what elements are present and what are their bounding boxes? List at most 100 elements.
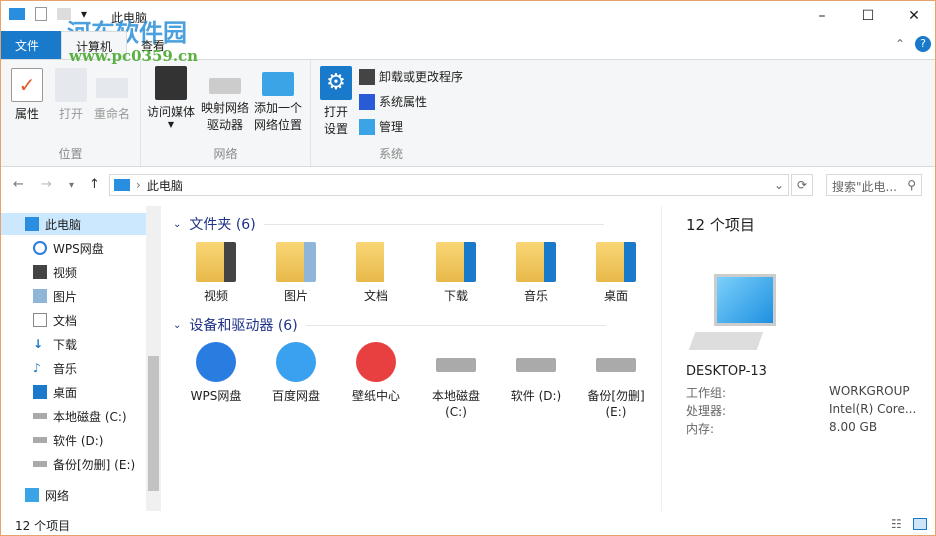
nav-item-pictures[interactable]: 图片 xyxy=(1,285,146,307)
group-location: ✓ 属性 打开 重命名 位置 xyxy=(1,60,141,166)
document-icon xyxy=(33,313,47,327)
folder-item[interactable]: 图片 xyxy=(256,242,336,304)
refresh-button[interactable]: ⟳ xyxy=(791,174,813,196)
properties-button[interactable]: ✓ 属性 xyxy=(9,68,45,123)
ribbon: ✓ 属性 打开 重命名 位置 访问媒体 ▼ 映射网络 驱动器 添加一个 网络位置 网… xyxy=(1,59,935,167)
collapse-icon[interactable]: ⌄ xyxy=(173,320,181,331)
recent-locations-icon[interactable]: ▾ xyxy=(69,180,74,191)
title-bar: ▾ 此电脑 河东软件园 www.pc0359.cn – ☐ ✕ xyxy=(1,1,936,65)
access-media-button[interactable]: 访问媒体 ▼ xyxy=(145,66,197,129)
device-item[interactable]: 本地磁盘 (C:) xyxy=(416,342,496,420)
keyboard-icon xyxy=(688,332,764,350)
folder-icon xyxy=(596,242,636,282)
properties-icon: ✓ xyxy=(11,68,43,102)
drive-icon xyxy=(596,358,636,372)
collapse-ribbon-icon[interactable]: ⌃ xyxy=(895,37,905,51)
folder-item[interactable]: 音乐 xyxy=(496,242,576,304)
nav-item-videos[interactable]: 视频 xyxy=(1,261,146,283)
media-server-icon xyxy=(155,66,187,100)
device-item[interactable]: WPS网盘 xyxy=(176,342,256,404)
add-network-location-button[interactable]: 添加一个 网络位置 xyxy=(251,68,305,134)
download-icon: ↓ xyxy=(33,337,44,351)
uninstall-programs-button[interactable]: 卸载或更改程序 xyxy=(359,68,463,85)
nav-item-drive-c[interactable]: 本地磁盘 (C:) xyxy=(1,405,146,427)
breadcrumb-this-pc[interactable]: 此电脑 xyxy=(147,177,183,194)
address-input[interactable]: › 此电脑 ⌄ xyxy=(109,174,789,196)
properties-icon[interactable] xyxy=(35,7,47,21)
group-label: 位置 xyxy=(58,147,83,161)
drive-icon xyxy=(33,461,47,467)
computer-icon xyxy=(9,8,25,20)
nav-item-desktop[interactable]: 桌面 xyxy=(1,381,146,403)
nav-item-music[interactable]: ♪ 音乐 xyxy=(1,357,146,379)
tab-file[interactable]: 文件 xyxy=(1,31,61,59)
group-label: 网络 xyxy=(213,147,238,161)
open-settings-button[interactable]: ⚙ 打开 设置 xyxy=(319,66,353,138)
devices-section-header[interactable]: ⌄ 设备和驱动器 (6) xyxy=(173,315,606,335)
device-item[interactable]: 软件 (D:) xyxy=(496,342,576,404)
address-bar-row: ← → ▾ ↑ › 此电脑 ⌄ ⟳ 搜索"此电... ⚲ xyxy=(1,171,935,199)
minimize-button[interactable]: – xyxy=(799,1,845,31)
device-item[interactable]: 百度网盘 xyxy=(256,342,336,404)
group-label: 系统 xyxy=(378,147,403,161)
music-icon: ♪ xyxy=(33,361,41,375)
nav-item-downloads[interactable]: ↓ 下载 xyxy=(1,333,146,355)
close-button[interactable]: ✕ xyxy=(891,1,936,31)
device-item[interactable]: 壁纸中心 xyxy=(336,342,416,404)
item-count-heading: 12 个项目 xyxy=(686,216,755,234)
cloud-icon xyxy=(33,241,47,255)
folder-icon xyxy=(436,242,476,282)
computer-name: DESKTOP-13 xyxy=(686,364,767,379)
maximize-button[interactable]: ☐ xyxy=(845,1,891,31)
rename-button[interactable]: 重命名 xyxy=(91,68,133,123)
details-view-icon[interactable]: ☷ xyxy=(891,517,902,531)
details-pane: 12 个项目 DESKTOP-13 工作组: WORKGROUP 处理器: Intel… xyxy=(661,206,935,511)
network-drive-icon xyxy=(209,78,241,94)
drive-icon xyxy=(33,437,47,443)
computer-icon xyxy=(114,179,130,191)
nav-item-this-pc[interactable]: 此电脑 xyxy=(1,213,146,235)
forward-button[interactable]: → xyxy=(41,177,52,192)
drive-icon xyxy=(516,358,556,372)
up-button[interactable]: ↑ xyxy=(89,177,100,192)
network-icon xyxy=(25,488,39,502)
folder-icon xyxy=(356,242,396,282)
drive-icon xyxy=(33,413,47,419)
folder-item[interactable]: 桌面 xyxy=(576,242,656,304)
address-dropdown-icon[interactable]: ⌄ xyxy=(774,178,784,192)
folder-icon xyxy=(196,242,236,282)
status-bar: 12 个项目 ☷ xyxy=(1,513,935,535)
breadcrumb-separator-icon: › xyxy=(136,178,141,192)
open-button[interactable]: 打开 xyxy=(53,68,89,123)
back-button[interactable]: ← xyxy=(13,177,24,192)
large-icons-view-icon[interactable] xyxy=(913,518,927,530)
nav-item-wps[interactable]: WPS网盘 xyxy=(1,237,146,259)
map-network-drive-button[interactable]: 映射网络 驱动器 xyxy=(199,68,251,134)
system-properties-button[interactable]: 系统属性 xyxy=(359,93,427,110)
folder-item[interactable]: 视频 xyxy=(176,242,256,304)
folder-item[interactable]: 文档 xyxy=(336,242,416,304)
open-icon xyxy=(55,68,87,102)
nav-item-drive-d[interactable]: 软件 (D:) xyxy=(1,429,146,451)
detail-value: WORKGROUP xyxy=(829,384,910,398)
nav-item-drive-e[interactable]: 备份[勿删] (E:) xyxy=(1,453,146,475)
manage-button[interactable]: 管理 xyxy=(359,118,403,135)
detail-value: 8.00 GB xyxy=(829,420,878,434)
nav-scrollbar-thumb[interactable] xyxy=(148,356,159,491)
rename-icon xyxy=(96,78,128,98)
desktop-icon xyxy=(33,385,47,399)
nav-item-network[interactable]: 网络 xyxy=(1,484,146,506)
help-icon[interactable]: ? xyxy=(915,36,931,52)
detail-label: 内存: xyxy=(686,422,715,436)
gear-icon: ⚙ xyxy=(320,66,352,100)
folder-item[interactable]: 下载 xyxy=(416,242,496,304)
video-icon xyxy=(33,265,47,279)
nav-item-documents[interactable]: 文档 xyxy=(1,309,146,331)
device-item[interactable]: 备份[勿删] (E:) xyxy=(576,342,656,420)
folders-section-header[interactable]: ⌄ 文件夹 (6) xyxy=(173,214,604,234)
status-item-count: 12 个项目 xyxy=(15,519,71,533)
collapse-icon[interactable]: ⌄ xyxy=(173,219,181,230)
network-location-icon xyxy=(262,72,294,96)
folder-icon xyxy=(276,242,316,282)
search-input[interactable]: 搜索"此电... ⚲ xyxy=(826,174,922,196)
